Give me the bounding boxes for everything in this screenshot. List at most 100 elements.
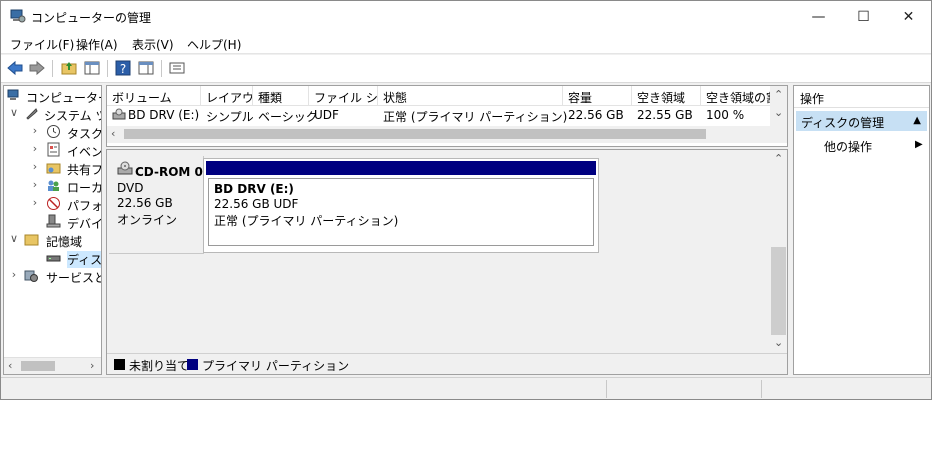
tree-item-performance[interactable]: › パフォーマンス (4, 195, 102, 213)
menu-action[interactable]: 操作(A) (76, 36, 118, 53)
column-header-volume[interactable]: ボリューム (107, 86, 201, 106)
services-icon (24, 270, 38, 282)
menu-file[interactable]: ファイル(F) (10, 36, 74, 53)
actions-section-disk-management[interactable]: ディスクの管理 ▲ (796, 111, 927, 131)
chevron-right-icon[interactable]: › (29, 196, 41, 209)
task-scheduler-icon (47, 125, 60, 138)
show-hide-action-pane-icon[interactable] (137, 59, 155, 77)
window-title: コンピューターの管理 (31, 11, 152, 25)
disk-view-vertical-scrollbar[interactable]: ⌃ ⌄ (770, 150, 787, 353)
volume-list: ボリューム レイアウト 種類 ファイル システム 状態 容量 空き領域 空き領域… (106, 85, 788, 147)
partition-status: 正常 (プライマリ パーティション) (214, 214, 399, 228)
tree-item-services[interactable]: › サービスとアプリケーション (4, 267, 101, 285)
cell-volume: BD DRV (E:) (128, 108, 200, 122)
tree-label: サービスとアプリケーション (46, 271, 101, 285)
tree-horizontal-scrollbar[interactable]: ‹ › (4, 357, 101, 374)
chevron-right-icon[interactable]: › (29, 124, 41, 137)
status-separator (761, 380, 762, 398)
menu-help[interactable]: ヘルプ(H) (187, 36, 241, 53)
computer-management-window: コンピューターの管理 — ☐ ✕ ファイル(F) 操作(A) 表示(V) ヘルプ… (0, 0, 932, 400)
cd-rom-icon (117, 161, 133, 175)
legend: 未割り当て プライマリ パーティション (107, 353, 787, 374)
scroll-left-icon[interactable]: ‹ (111, 127, 115, 140)
scroll-right-icon[interactable]: › (90, 359, 94, 372)
disk-size: 22.56 GB (117, 196, 173, 210)
scroll-thumb[interactable] (124, 129, 706, 139)
legend-label-unallocated: 未割り当て (129, 359, 190, 373)
help-icon[interactable]: ? (114, 59, 132, 77)
tree-item-shared-folders[interactable]: › 共有フォルダー (4, 159, 101, 177)
menu-view[interactable]: 表示(V) (132, 36, 174, 53)
maximize-icon: ☐ (857, 8, 870, 25)
shared-folders-icon (46, 163, 61, 174)
cell-status: 正常 (プライマリ パーティション) (383, 110, 568, 124)
partition-box[interactable]: BD DRV (E:) 22.56 GB UDF 正常 (プライマリ パーティシ… (203, 158, 599, 253)
show-hide-tree-icon[interactable] (83, 59, 101, 77)
scroll-thumb[interactable] (771, 247, 786, 335)
local-users-icon (48, 180, 59, 191)
more-actions-item[interactable]: 他の操作 (824, 138, 872, 155)
toolbar-separator (107, 60, 108, 77)
column-header-layout[interactable]: レイアウト (201, 86, 253, 106)
legend-swatch-unallocated (114, 359, 125, 370)
column-header-percent-free[interactable]: 空き領域の割合 (701, 86, 772, 106)
up-folder-icon[interactable] (60, 59, 78, 77)
more-actions-label: 他の操作 (824, 140, 873, 154)
tree-item-storage[interactable]: ∨ 記憶域 (4, 231, 101, 249)
close-button[interactable]: ✕ (886, 1, 931, 32)
forward-arrow-icon[interactable] (28, 59, 46, 77)
tree-label: ローカル ユーザーとグループ (67, 181, 102, 195)
tree-label: コンピューターの管理 (ローカル) (26, 91, 101, 105)
scroll-down-icon[interactable]: ⌄ (774, 336, 783, 349)
chevron-right-icon[interactable]: › (29, 178, 41, 191)
toolbar-separator (52, 60, 53, 77)
drive-icon (112, 108, 126, 120)
storage-icon (24, 234, 39, 246)
tree-label: タスク スケジューラ (67, 127, 102, 141)
legend-label-primary: プライマリ パーティション (202, 359, 350, 373)
chevron-right-icon[interactable]: › (29, 142, 41, 155)
menu-bar: ファイル(F) 操作(A) 表示(V) ヘルプ(H) (1, 32, 931, 54)
actions-section-label: ディスクの管理 (801, 116, 885, 130)
scroll-down-icon[interactable]: ⌄ (774, 106, 783, 119)
cell-capacity: 22.56 GB (568, 108, 624, 122)
volume-list-horizontal-scrollbar[interactable]: ‹ (107, 126, 771, 143)
column-header-free-space[interactable]: 空き領域 (632, 86, 701, 106)
chevron-right-icon[interactable]: › (8, 268, 20, 281)
cell-percent-free: 100 % (706, 108, 745, 122)
scroll-up-icon[interactable]: ⌃ (774, 88, 783, 101)
tree-item-computer-management[interactable]: コンピューターの管理 (ローカル) (4, 87, 101, 105)
disk-state: オンライン (117, 213, 178, 227)
maximize-button[interactable]: ☐ (841, 1, 886, 32)
collapse-up-icon[interactable]: ▲ (913, 115, 921, 126)
event-viewer-icon (47, 142, 60, 157)
column-header-type[interactable]: 種類 (253, 86, 309, 106)
tree-item-device-manager[interactable]: デバイス マネージャー (4, 213, 102, 231)
tree-label: システム ツール (44, 109, 101, 123)
column-header-status[interactable]: 状態 (378, 86, 563, 106)
scroll-up-icon[interactable]: ⌃ (774, 152, 783, 165)
back-arrow-icon[interactable] (6, 59, 24, 77)
tree-label: デバイス マネージャー (67, 217, 102, 231)
column-header-capacity[interactable]: 容量 (563, 86, 632, 106)
chevron-down-icon[interactable]: ∨ (8, 232, 20, 245)
tree-item-local-users[interactable]: › ローカル ユーザーとグループ (4, 177, 102, 195)
scroll-left-icon[interactable]: ‹ (8, 359, 12, 372)
tree-item-event-viewer[interactable]: › イベント ビューアー (4, 141, 101, 159)
tree-item-task-scheduler[interactable]: › タスク スケジューラ (4, 123, 102, 141)
chevron-down-icon[interactable]: ∨ (8, 106, 20, 119)
tree-label: パフォーマンス (67, 199, 102, 213)
tree-item-disk-management[interactable]: ディスクの管理 (4, 249, 101, 268)
disk-graphical-view: CD-ROM 0 DVD 22.56 GB オンライン BD DRV (E:) … (106, 149, 788, 375)
tree-item-system-tools[interactable]: ∨ システム ツール (4, 105, 101, 123)
chevron-right-icon[interactable]: › (29, 160, 41, 173)
partition-body[interactable]: BD DRV (E:) 22.56 GB UDF 正常 (プライマリ パーティシ… (208, 178, 594, 246)
volume-list-vertical-scrollbar[interactable]: ⌃ ⌄ (770, 86, 787, 143)
properties-icon[interactable] (168, 59, 186, 77)
legend-swatch-primary (187, 359, 198, 370)
minimize-button[interactable]: — (796, 1, 841, 32)
minimize-icon: — (811, 8, 826, 25)
disk-info-panel[interactable]: CD-ROM 0 DVD 22.56 GB オンライン (109, 156, 204, 254)
column-header-filesystem[interactable]: ファイル システム (309, 86, 378, 106)
scroll-thumb[interactable] (21, 361, 55, 371)
